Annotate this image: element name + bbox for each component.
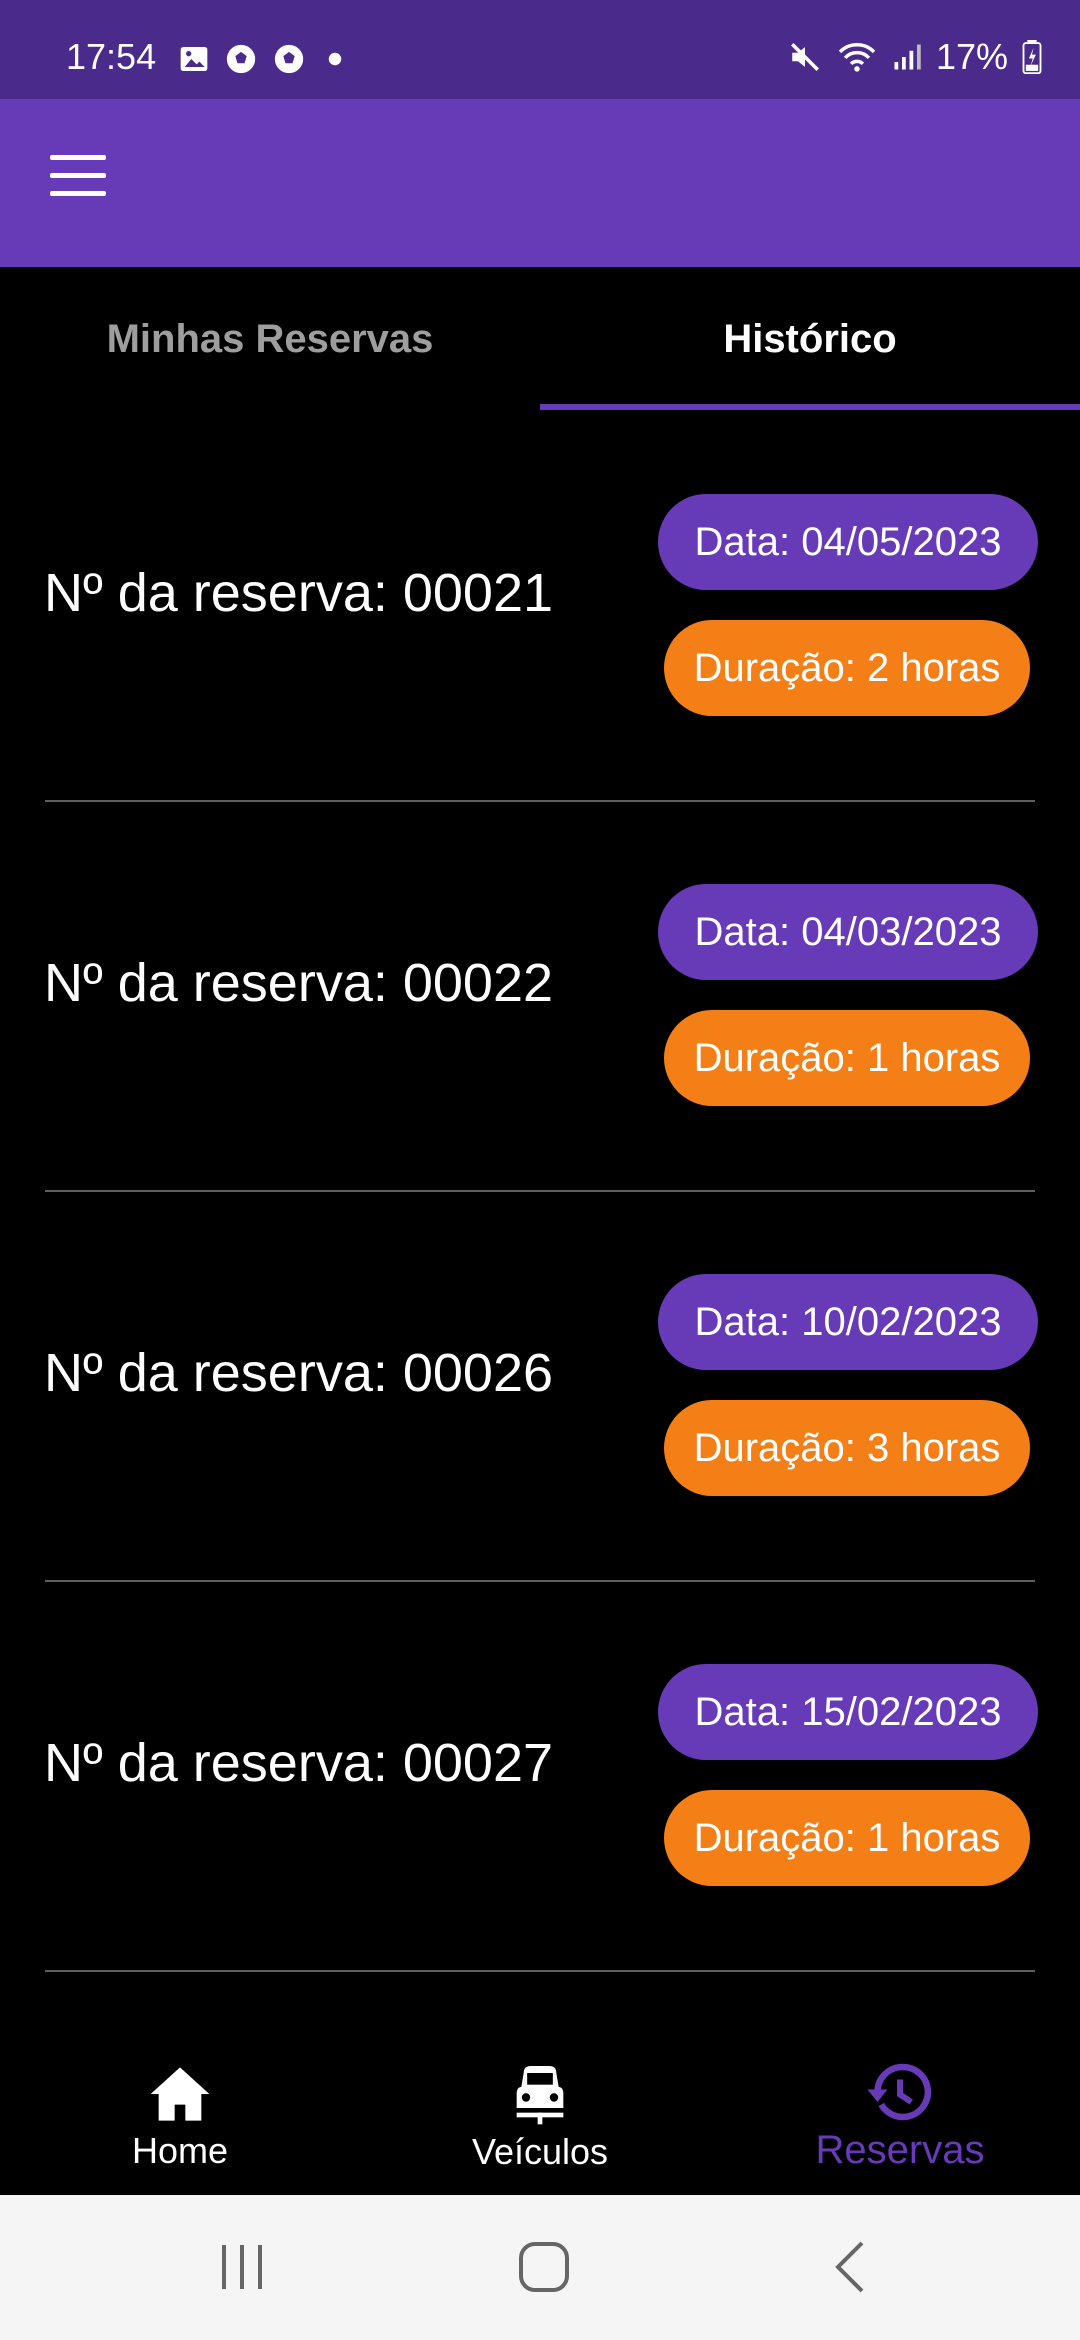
- duration-badge: Duração: 3 horas: [664, 1400, 1030, 1496]
- duration-badge: Duração: 1 horas: [664, 1010, 1030, 1106]
- tab-indicator: [540, 404, 1080, 410]
- status-time: 17:54: [66, 36, 157, 77]
- soccer-ball-icon: [274, 44, 304, 74]
- status-bar: 17:54 17%: [0, 0, 1080, 99]
- nav-home-label: Home: [131, 2129, 229, 2171]
- soccer-ball-icon: [226, 44, 256, 74]
- reservation-list: Nº da reserva: 00021 Data: 04/05/2023 Du…: [0, 412, 1080, 1972]
- date-badge: Data: 15/02/2023: [658, 1664, 1038, 1760]
- tab-historico[interactable]: Histórico: [540, 267, 1080, 412]
- date-badge: Data: 04/05/2023: [658, 494, 1038, 590]
- tab-bar: Minhas Reservas Histórico: [0, 267, 1080, 412]
- menu-icon[interactable]: [50, 155, 118, 211]
- reservation-number: Nº da reserva: 00026: [44, 1343, 554, 1403]
- home-circle-icon[interactable]: [516, 2239, 572, 2295]
- list-item[interactable]: Nº da reserva: 00022 Data: 04/03/2023 Du…: [0, 802, 1080, 1192]
- system-navigation-bar: [0, 2195, 1080, 2340]
- dot-icon: [328, 52, 342, 66]
- nav-reservas[interactable]: Reservas: [720, 2040, 1080, 2195]
- image-icon: [180, 47, 208, 71]
- status-right: 17%: [788, 36, 1042, 78]
- divider: [45, 1970, 1035, 1972]
- bottom-navigation: Home Veículos Reservas: [0, 2040, 1080, 2195]
- car-icon: [516, 2065, 564, 2124]
- nav-veiculos[interactable]: Veículos: [360, 2040, 720, 2195]
- battery-percentage: 17%: [935, 36, 1008, 77]
- date-badge: Data: 10/02/2023: [658, 1274, 1038, 1370]
- tab-minhas-reservas[interactable]: Minhas Reservas: [0, 267, 540, 412]
- duration-badge: Duração: 2 horas: [664, 620, 1030, 716]
- reservation-number: Nº da reserva: 00021: [44, 563, 554, 623]
- home-icon: [150, 2066, 210, 2121]
- list-item[interactable]: Nº da reserva: 00027 Data: 15/02/2023 Du…: [0, 1582, 1080, 1972]
- duration-badge: Duração: 1 horas: [664, 1790, 1030, 1886]
- status-notification-icons: [178, 42, 350, 76]
- reservation-number: Nº da reserva: 00022: [44, 953, 554, 1013]
- list-item[interactable]: Nº da reserva: 00021 Data: 04/05/2023 Du…: [0, 412, 1080, 802]
- nav-home[interactable]: Home: [0, 2040, 360, 2195]
- mute-icon: [790, 42, 819, 72]
- app-bar: [0, 99, 1080, 267]
- back-icon[interactable]: [830, 2239, 870, 2295]
- date-badge: Data: 04/03/2023: [658, 884, 1038, 980]
- nav-reservas-label: Reservas: [815, 2128, 985, 2172]
- list-item[interactable]: Nº da reserva: 00026 Data: 10/02/2023 Du…: [0, 1192, 1080, 1582]
- wifi-icon: [838, 43, 876, 72]
- recents-icon[interactable]: [218, 2239, 266, 2295]
- battery-icon: [1022, 40, 1042, 74]
- nav-veiculos-label: Veículos: [471, 2130, 609, 2172]
- signal-icon: [894, 44, 921, 70]
- reservation-number: Nº da reserva: 00027: [44, 1733, 554, 1793]
- history-icon: [867, 2063, 932, 2121]
